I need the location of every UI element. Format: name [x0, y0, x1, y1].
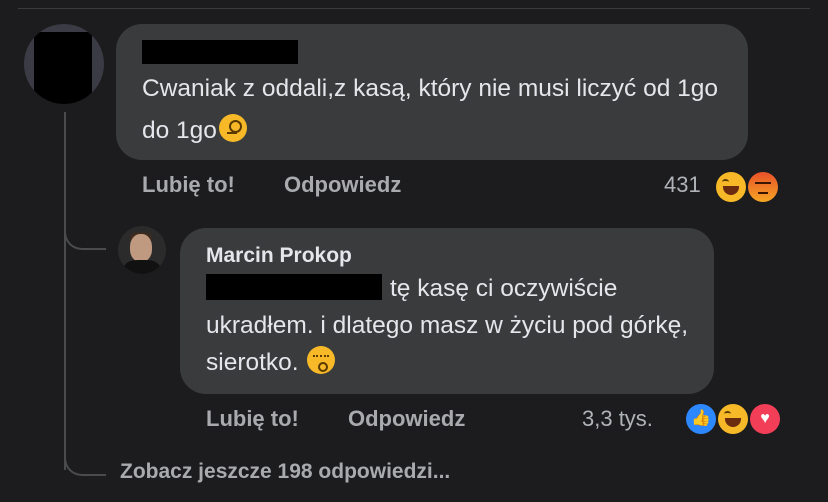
- like-button[interactable]: Lubię to!: [142, 172, 235, 197]
- avatar-face: [130, 234, 152, 262]
- like-reaction-icon[interactable]: 👍: [686, 404, 716, 434]
- avatar-suit: [124, 260, 160, 274]
- thread-line: [64, 112, 66, 470]
- reply-bubble: Marcin Prokop tę kasę ci oczywiście ukra…: [180, 228, 714, 394]
- view-more-replies-link[interactable]: Zobacz jeszcze 198 odpowiedzi...: [120, 460, 450, 484]
- monocle-face-icon: [218, 114, 247, 142]
- avatar-redaction: [34, 32, 92, 104]
- reply-text-block: tę kasę ci oczywiście ukradłem. i dlateg…: [206, 270, 706, 381]
- reply-text: tę kasę ci oczywiście ukradłem. i dlateg…: [206, 275, 689, 376]
- reply-author-name[interactable]: Marcin Prokop: [206, 244, 352, 268]
- commenter-avatar[interactable]: [24, 24, 104, 104]
- haha-reaction-icon[interactable]: [718, 404, 748, 434]
- love-reaction-icon[interactable]: ♥: [750, 404, 780, 434]
- reply-like-button[interactable]: Lubię to!: [206, 406, 299, 431]
- reply-reaction-count[interactable]: 3,3 tys.: [582, 406, 653, 432]
- reply-author-avatar[interactable]: [118, 226, 166, 274]
- top-divider: [18, 8, 810, 9]
- haha-reaction-icon[interactable]: [716, 172, 746, 202]
- thread-connector-more: [64, 430, 106, 476]
- comment-text-block: Cwaniak z oddali,z kasą, który nie musi …: [142, 68, 742, 152]
- comment-actions: Lubię to! Odpowiedz: [142, 172, 401, 198]
- commenter-name-redaction: [142, 40, 298, 64]
- reply-actions: Lubię to! Odpowiedz: [206, 406, 465, 432]
- reply-button[interactable]: Odpowiedz: [284, 172, 401, 198]
- angry-reaction-icon[interactable]: [748, 172, 778, 202]
- comment-reaction-count[interactable]: 431: [664, 172, 701, 198]
- kissing-face-icon: [307, 346, 336, 374]
- reply-reply-button[interactable]: Odpowiedz: [348, 406, 465, 432]
- thread-connector-reply: [64, 190, 106, 250]
- comment-bubble: Cwaniak z oddali,z kasą, który nie musi …: [116, 24, 748, 160]
